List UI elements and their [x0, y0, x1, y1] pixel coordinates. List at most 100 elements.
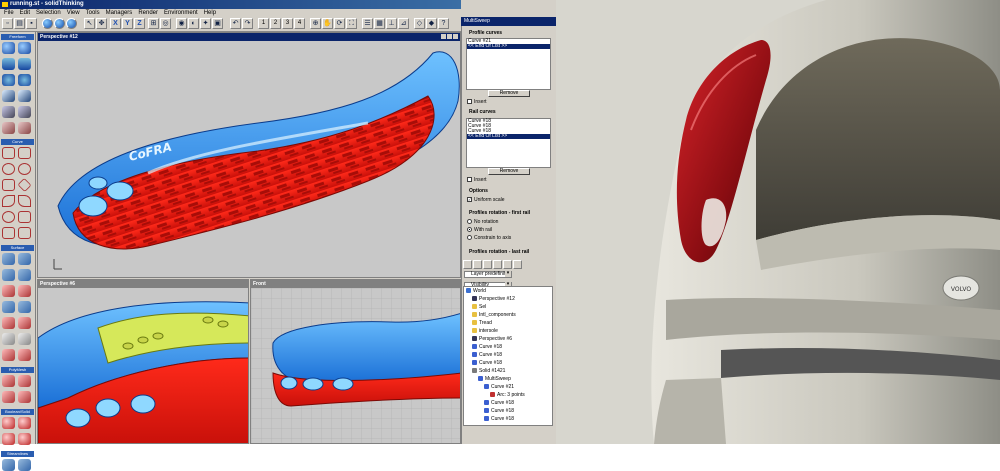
smooth-tool-icon[interactable] — [2, 391, 15, 403]
tree-item[interactable]: intersole — [472, 328, 498, 335]
cone-tool-icon[interactable] — [18, 58, 31, 70]
tree-item[interactable]: Sel — [472, 304, 486, 311]
grid-icon[interactable]: ▦ — [374, 18, 385, 29]
helix-tool-icon[interactable] — [18, 211, 31, 223]
uniform-scale-checkbox[interactable]: ✓ Uniform scale — [467, 197, 505, 203]
spline-tool-icon[interactable] — [2, 195, 15, 207]
redo-icon[interactable]: ↷ — [242, 18, 253, 29]
shell-tool-icon[interactable] — [2, 333, 15, 345]
skin-tool-icon[interactable] — [2, 301, 15, 313]
subdivide-tool-icon[interactable] — [18, 375, 31, 387]
tree-item[interactable]: Curve #18 — [484, 416, 514, 423]
layer-toolbar-icon[interactable] — [463, 260, 472, 269]
cylinder-tool-icon[interactable] — [2, 58, 15, 70]
thicken-tool-icon[interactable] — [18, 333, 31, 345]
new-file-icon[interactable]: ▫ — [2, 18, 13, 29]
insert-profile-checkbox[interactable]: Insert — [467, 99, 487, 105]
rail-curves-list[interactable]: Curve #18 Curve #18 Curve #18 << End Of … — [466, 118, 551, 168]
cut-tool-icon[interactable] — [2, 349, 15, 361]
zoom-icon[interactable]: ⊕ — [310, 18, 321, 29]
polymesh-tool-icon[interactable] — [2, 375, 15, 387]
material-icon[interactable]: ◐ — [188, 18, 199, 29]
snap-grid-icon[interactable]: ⊞ — [148, 18, 159, 29]
project-curve-tool-icon[interactable] — [18, 227, 31, 239]
polygon-tool-icon[interactable] — [17, 177, 32, 193]
solid-tool-icon[interactable] — [18, 433, 31, 445]
light-icon[interactable]: ✦ — [200, 18, 211, 29]
insert-rail-checkbox[interactable]: Insert — [467, 177, 487, 183]
sphere-shaded-icon[interactable] — [54, 18, 65, 29]
object-tree[interactable]: World Perspective #12 Sel Intl_components Tr… — [463, 286, 553, 426]
torus-tool-icon[interactable] — [18, 42, 31, 54]
select-arrow-icon[interactable]: ↖ — [84, 18, 95, 29]
patch-tool-icon[interactable] — [2, 285, 15, 297]
remove-rail-button[interactable]: Remove — [488, 168, 530, 175]
radio-icon[interactable] — [467, 219, 472, 225]
split-tool-icon[interactable] — [18, 317, 31, 329]
main-viewport[interactable]: Perspective #12 CoFRA — [37, 32, 461, 278]
network-tool-icon[interactable] — [18, 301, 31, 313]
open-file-icon[interactable]: ▤ — [14, 18, 25, 29]
sweep-tool-icon[interactable] — [18, 253, 31, 265]
render-icon[interactable]: ◉ — [176, 18, 187, 29]
help-icon[interactable]: ? — [438, 18, 449, 29]
layer-delete-icon[interactable] — [483, 260, 492, 269]
save-file-icon[interactable]: ▪ — [26, 18, 37, 29]
menu-file[interactable]: File — [4, 10, 14, 16]
spiral-tool-icon[interactable] — [2, 211, 15, 223]
axis-z-button[interactable]: Z — [134, 18, 145, 29]
bottom-left-viewport[interactable]: Perspective #6 — [37, 279, 249, 444]
checkbox-checked-icon[interactable]: ✓ — [467, 197, 472, 203]
layer-select[interactable]: Layer predefinit — [464, 271, 512, 278]
menu-selection[interactable]: Selection — [36, 10, 61, 16]
text-curve-tool-icon[interactable] — [2, 227, 15, 239]
checkbox-icon[interactable] — [467, 177, 472, 183]
birail-tool-icon[interactable] — [2, 269, 15, 281]
offset-tool-icon[interactable] — [18, 122, 31, 134]
no-rotation-radio[interactable]: No rotation — [467, 219, 498, 225]
remove-profile-button[interactable]: Remove — [488, 90, 530, 97]
camera-icon[interactable]: ▣ — [212, 18, 223, 29]
ellipsoid-tool-icon[interactable] — [2, 74, 15, 86]
bezier-tool-icon[interactable] — [18, 195, 31, 207]
tree-item[interactable]: World — [466, 288, 486, 295]
box-tool-icon[interactable] — [18, 90, 31, 102]
rotate-view-icon[interactable]: ⟳ — [334, 18, 345, 29]
list-item[interactable]: << End Of List >> — [467, 44, 550, 49]
blend-tool-icon[interactable] — [18, 285, 31, 297]
radio-icon[interactable] — [467, 235, 472, 241]
view-2-button[interactable]: 2 — [270, 18, 281, 29]
circle-tool-icon[interactable] — [2, 163, 15, 175]
flow-tool-icon[interactable] — [18, 459, 31, 471]
undo-icon[interactable]: ↶ — [230, 18, 241, 29]
layer-icon[interactable]: ☰ — [362, 18, 373, 29]
ring-tool-icon[interactable] — [18, 74, 31, 86]
sphere-wire-icon[interactable] — [66, 18, 77, 29]
sphere-icon[interactable] — [42, 18, 53, 29]
measure-icon[interactable]: ⊿ — [398, 18, 409, 29]
intersection-tool-icon[interactable] — [2, 433, 15, 445]
wire-icon[interactable]: ◇ — [414, 18, 425, 29]
tree-item[interactable]: Curve #18 — [472, 360, 502, 367]
intersect-tool-icon[interactable] — [18, 349, 31, 361]
snap-point-icon[interactable]: ◎ — [160, 18, 171, 29]
tree-item[interactable]: Curve #18 — [472, 344, 502, 351]
view-3-button[interactable]: 3 — [282, 18, 293, 29]
view-4-button[interactable]: 4 — [294, 18, 305, 29]
tree-item[interactable]: Curve #18 — [484, 400, 514, 407]
union-tool-icon[interactable] — [2, 417, 15, 429]
menu-render[interactable]: Render — [138, 10, 158, 16]
layer-move-icon[interactable] — [493, 260, 502, 269]
with-rail-radio[interactable]: With rail — [467, 227, 492, 233]
axis-y-button[interactable]: Y — [122, 18, 133, 29]
revolve-tool-icon[interactable] — [18, 106, 31, 118]
triangulate-tool-icon[interactable] — [18, 391, 31, 403]
fit-view-icon[interactable]: ⛶ — [346, 18, 357, 29]
pan-icon[interactable]: ✋ — [322, 18, 333, 29]
checkbox-icon[interactable] — [467, 99, 472, 105]
menu-view[interactable]: View — [67, 10, 80, 16]
rectangle-tool-icon[interactable] — [2, 179, 15, 191]
line-tool-icon[interactable] — [2, 147, 15, 159]
layer-lock-icon[interactable] — [503, 260, 512, 269]
tree-item[interactable]: Curve #21 — [484, 384, 514, 391]
